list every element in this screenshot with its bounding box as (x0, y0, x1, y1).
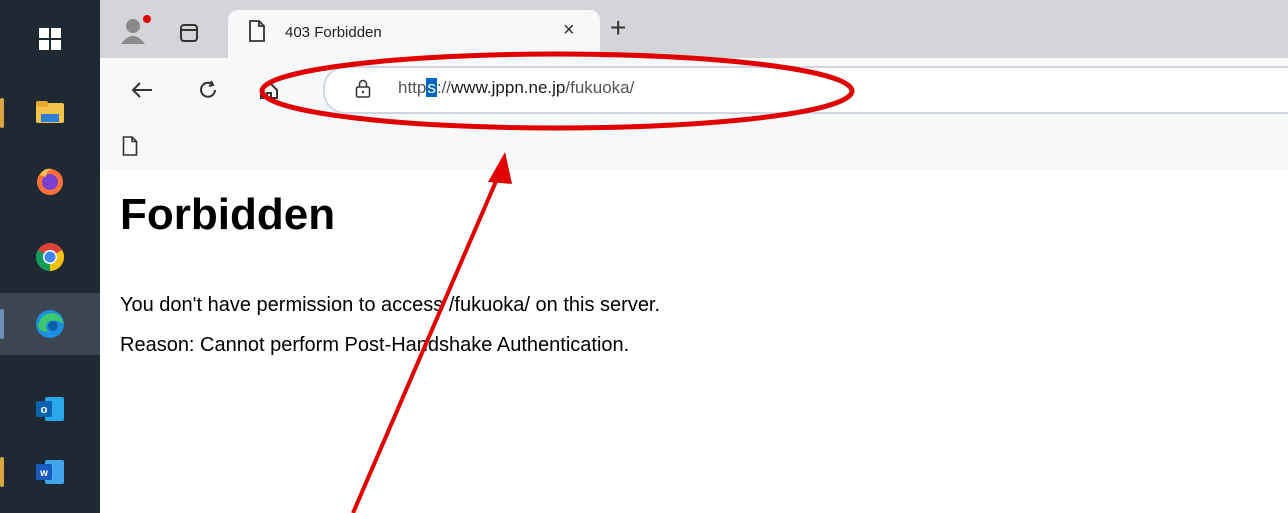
tab-active[interactable] (228, 10, 600, 58)
favorites-bar (100, 122, 1288, 170)
taskbar-firefox[interactable] (0, 150, 100, 212)
page-icon (249, 20, 265, 42)
profile-avatar-icon[interactable] (118, 14, 152, 48)
favorite-page-icon[interactable] (122, 136, 138, 156)
taskbar-chrome[interactable] (0, 226, 100, 288)
running-indicator (0, 98, 4, 128)
outlook-letter: o (41, 404, 48, 416)
running-indicator (0, 457, 4, 487)
url-separator: :// (436, 78, 452, 97)
lock-icon[interactable] (355, 79, 371, 99)
taskbar-edge[interactable] (0, 293, 100, 355)
back-arrow-icon (131, 82, 152, 98)
reason-message: Reason: Cannot perform Post-Handshake Au… (120, 334, 630, 356)
word-letter: w (39, 468, 48, 479)
windows-start-icon (39, 28, 61, 50)
active-indicator (0, 309, 4, 339)
taskbar-word[interactable]: w (0, 441, 100, 503)
permission-message: You don't have permission to access /fuk… (120, 294, 661, 316)
refresh-icon (200, 80, 216, 98)
taskbar-file-explorer[interactable] (0, 82, 100, 144)
back-button[interactable] (126, 74, 158, 106)
url-domain: www.jppn.ne.jp (451, 78, 566, 97)
file-explorer-icon (36, 101, 64, 123)
url-text[interactable]: https://www.jppn.ne.jp/fukuoka/ (398, 78, 634, 98)
url-path: /fukuoka/ (565, 78, 635, 97)
tab-actions-icon[interactable] (178, 22, 200, 44)
page-heading: Forbidden (120, 190, 336, 239)
outlook-icon: o (36, 397, 64, 421)
word-icon: w (36, 460, 64, 484)
windows-start-button[interactable] (0, 8, 100, 70)
firefox-icon (37, 168, 63, 195)
url-scheme: http (398, 78, 427, 97)
url-selected-char: s (426, 78, 437, 97)
taskbar: o w (0, 0, 100, 513)
chrome-icon (36, 243, 64, 271)
refresh-button[interactable] (192, 74, 224, 106)
tab-title: 403 Forbidden (285, 24, 382, 41)
taskbar-outlook[interactable]: o (0, 378, 100, 440)
home-button[interactable] (253, 74, 285, 106)
tab-close-button[interactable]: × (563, 19, 575, 42)
home-icon (260, 80, 278, 99)
edge-icon (36, 310, 64, 338)
new-tab-button[interactable]: + (610, 12, 626, 44)
